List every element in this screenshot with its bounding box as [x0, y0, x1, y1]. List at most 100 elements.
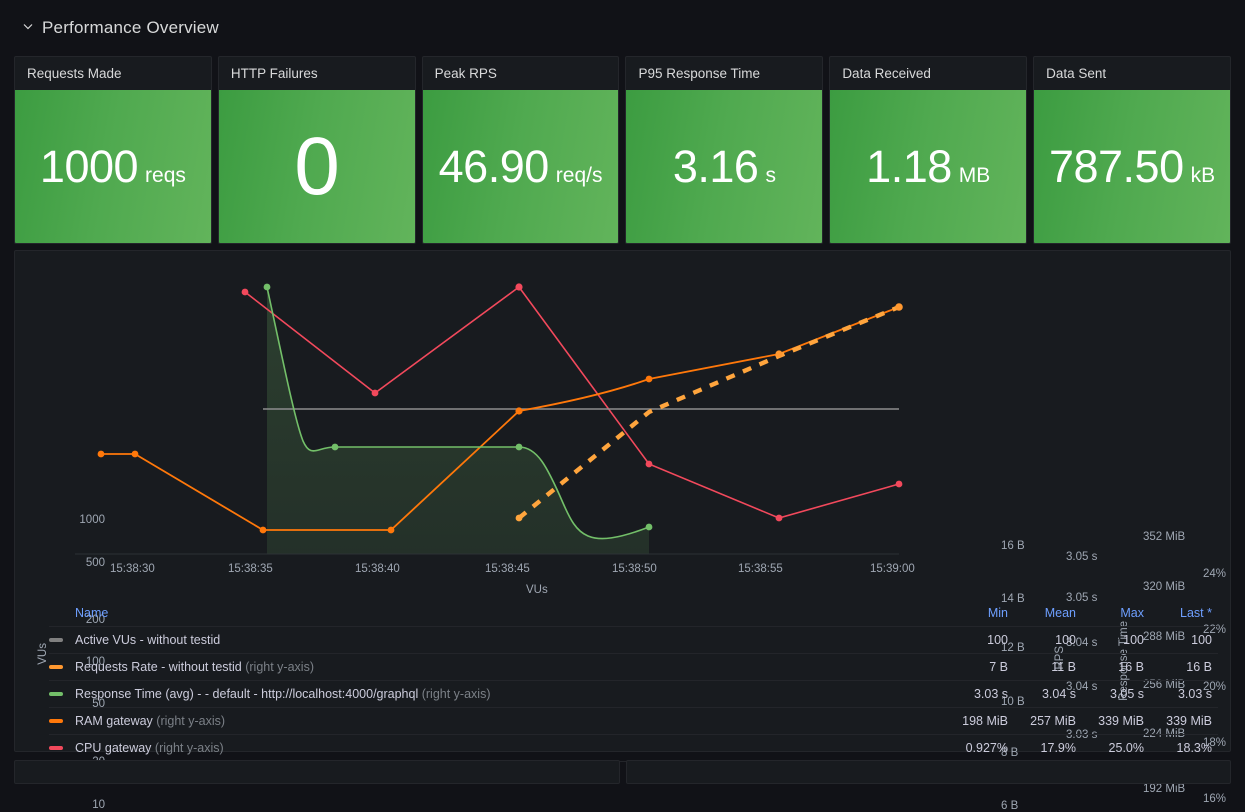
- stat-value: 46.90: [438, 141, 550, 192]
- stat-value-group: 46.90 req/s: [439, 144, 603, 189]
- axis-tick-memory: 192 MiB: [1143, 783, 1186, 795]
- stat-unit: req/s: [555, 164, 603, 187]
- stat-panel-title: Data Received: [842, 66, 931, 81]
- stat-panel-body: 1000 reqs: [15, 90, 211, 243]
- stat-panel-body: 3.16 s: [626, 90, 823, 243]
- stat-unit: reqs: [145, 164, 186, 187]
- legend-series-label: Active VUs - without testid: [75, 633, 221, 647]
- stat-panel-body: 787.50 kB: [1034, 90, 1230, 243]
- stat-value-group: 1.18 MB: [866, 144, 990, 189]
- series-path-requests-rate: [517, 304, 900, 520]
- axis-tick-vus: 10: [92, 799, 105, 811]
- legend-color-swatch-icon[interactable]: [49, 746, 63, 750]
- legend-axis-note: (right y-axis): [156, 714, 226, 728]
- stat-value-group: 3.16 s: [673, 144, 776, 189]
- legend-cell-max: 100: [1082, 626, 1150, 654]
- legend-cell-min: 198 MiB: [946, 707, 1014, 735]
- next-panel-peek: [14, 760, 620, 784]
- stat-value-group: 1000 reqs: [40, 144, 186, 189]
- chevron-down-icon[interactable]: [22, 20, 34, 32]
- stat-panel-title: P95 Response Time: [638, 66, 761, 81]
- legend-row[interactable]: RAM gateway (right y-axis) 198 MiB 257 MiB…: [49, 707, 1218, 735]
- legend-cell-last: 18.3%: [1150, 734, 1218, 762]
- legend-col-name[interactable]: Name: [49, 601, 946, 627]
- legend-cell-mean: 17.9%: [1014, 734, 1082, 762]
- legend-axis-note: (right y-axis): [245, 660, 314, 674]
- legend-cell-last: 16 B: [1150, 653, 1218, 681]
- stat-value: 0: [294, 120, 340, 212]
- row-title: Performance Overview: [42, 18, 219, 37]
- timeseries-panel[interactable]: VUs RPS Response Time 100050020010050201…: [14, 250, 1231, 812]
- stat-unit: MB: [958, 164, 991, 187]
- stat-value: 1.18: [866, 141, 952, 192]
- legend-cell-mean: 100: [1014, 626, 1082, 654]
- legend-cell-max: 25.0%: [1082, 734, 1150, 762]
- legend-cell-mean: 257 MiB: [1014, 707, 1082, 735]
- legend-series-label: Response Time (avg) - - default - http:/…: [75, 687, 419, 701]
- stat-value: 3.16: [672, 141, 759, 192]
- stat-panel-title: Requests Made: [27, 66, 122, 81]
- series-area-response-time: [267, 287, 649, 554]
- legend-cell-mean: 3.04 s: [1014, 680, 1082, 708]
- stat-panel[interactable]: Peak RPS 46.90 req/s: [421, 56, 620, 244]
- stat-value: 787.50: [1048, 141, 1184, 192]
- legend-col-last[interactable]: Last *: [1150, 601, 1218, 627]
- stat-panel-body: 1.18 MB: [830, 90, 1027, 243]
- legend-cell-last: 100: [1150, 626, 1218, 654]
- legend-axis-note: (right y-axis): [421, 687, 491, 701]
- stat-panel-title: HTTP Failures: [230, 66, 318, 81]
- dashboard-row-header[interactable]: Performance Overview: [22, 18, 219, 38]
- legend-axis-note: (right y-axis): [154, 741, 224, 755]
- legend-cell-max: 339 MiB: [1082, 707, 1150, 735]
- stat-panel-body: 46.90 req/s: [422, 90, 619, 243]
- next-panel-peek: [625, 760, 1231, 784]
- legend-cell-max: 16 B: [1082, 653, 1150, 681]
- legend-cell-last: 3.03 s: [1150, 680, 1218, 708]
- legend-series-name[interactable]: RAM gateway (right y-axis): [49, 707, 946, 735]
- stat-panel-row: Requests Made 1000 reqs HTTP Failures 0 Peak …: [14, 56, 1231, 244]
- stat-panel[interactable]: Requests Made 1000 reqs: [14, 56, 212, 244]
- legend-series-name[interactable]: Active VUs - without testid: [49, 626, 946, 654]
- stat-panel[interactable]: Data Received 1.18 MB: [829, 56, 1028, 244]
- legend-cell-mean: 11 B: [1014, 653, 1082, 681]
- legend-cell-min: 100: [946, 626, 1014, 654]
- legend-series-label: Requests Rate - without testid: [75, 660, 242, 674]
- legend-row[interactable]: Requests Rate - without testid (right y-…: [49, 653, 1218, 681]
- legend-series-label: RAM gateway: [75, 714, 153, 728]
- legend-series-name[interactable]: Requests Rate - without testid (right y-…: [49, 653, 946, 681]
- stat-panel[interactable]: P95 Response Time 3.16 s: [625, 56, 824, 244]
- legend-table[interactable]: Name Min Mean Max Last * Active VUs - wi…: [49, 601, 1218, 762]
- legend-cell-min: 3.03 s: [946, 680, 1014, 708]
- legend-cell-max: 3.05 s: [1082, 680, 1150, 708]
- legend-series-name[interactable]: Response Time (avg) - - default - http:/…: [49, 680, 946, 708]
- legend-cell-min: 0.927%: [946, 734, 1014, 762]
- legend-col-max[interactable]: Max: [1082, 601, 1150, 627]
- stat-value-group: 787.50 kB: [1049, 144, 1215, 189]
- legend-cell-last: 339 MiB: [1150, 707, 1218, 735]
- plot-svg: [75, 283, 903, 555]
- plot-area[interactable]: [15, 251, 1230, 603]
- axis-tick-rps: 6 B: [1001, 800, 1019, 812]
- legend-series-label: CPU gateway: [75, 741, 152, 755]
- legend-series-name[interactable]: CPU gateway (right y-axis): [49, 734, 946, 762]
- legend-row[interactable]: Response Time (avg) - - default - http:/…: [49, 680, 1218, 708]
- stat-panel[interactable]: Data Sent 787.50 kB: [1033, 56, 1231, 244]
- stat-panel-body: 0: [218, 90, 415, 243]
- legend-color-swatch-icon[interactable]: [49, 719, 63, 723]
- legend-row[interactable]: CPU gateway (right y-axis) 0.927% 17.9% 25.…: [49, 734, 1218, 762]
- legend-col-mean[interactable]: Mean: [1014, 601, 1082, 627]
- next-dashboard-row-peek: [14, 760, 1231, 784]
- stat-panel-title: Peak RPS: [434, 66, 497, 81]
- legend-color-swatch-icon[interactable]: [49, 665, 63, 669]
- legend-row[interactable]: Active VUs - without testid 100 100 100 100: [49, 626, 1218, 654]
- stat-panel-title: Data Sent: [1046, 66, 1107, 81]
- stat-panel[interactable]: HTTP Failures 0: [217, 56, 416, 244]
- axis-tick-cpu: 16%: [1203, 793, 1227, 805]
- stat-value-group: 0: [294, 120, 340, 212]
- stat-value: 1000: [39, 141, 139, 192]
- stat-unit: s: [765, 164, 776, 187]
- legend-col-min[interactable]: Min: [946, 601, 1014, 627]
- legend-color-swatch-icon[interactable]: [49, 638, 63, 642]
- legend-cell-min: 7 B: [946, 653, 1014, 681]
- legend-color-swatch-icon[interactable]: [49, 692, 63, 696]
